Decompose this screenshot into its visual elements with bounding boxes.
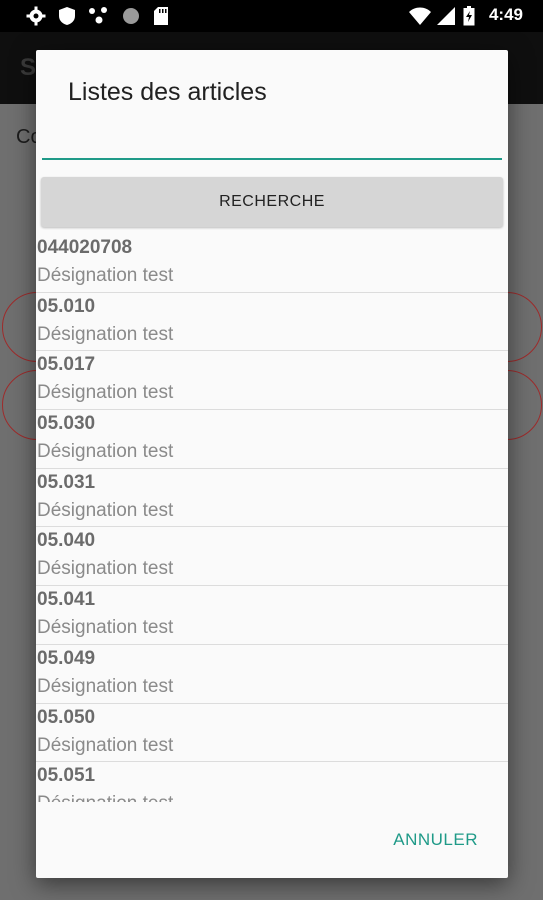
article-code: 05.051	[37, 765, 96, 787]
article-designation: Désignation test	[37, 265, 174, 286]
article-code: 05.031	[37, 471, 96, 493]
article-list-item[interactable]: 05.049 Désignation test	[36, 645, 508, 704]
article-list-item[interactable]: 05.010 Désignation test	[36, 293, 508, 352]
search-button[interactable]: RECHERCHE	[41, 177, 503, 227]
wifi-icon	[409, 7, 431, 25]
signal-icon	[437, 7, 455, 25]
article-designation: Désignation test	[37, 675, 174, 697]
article-code: 05.010	[37, 295, 96, 317]
article-code: 05.041	[37, 589, 96, 611]
gear-icon	[26, 6, 46, 26]
article-designation: Désignation test	[37, 793, 173, 802]
article-code: 05.017	[37, 354, 96, 376]
article-designation: Désignation test	[37, 734, 174, 756]
battery-icon	[463, 6, 475, 26]
article-code: 044020708	[37, 237, 133, 258]
article-list-item[interactable]: 05.050 Désignation test	[36, 704, 508, 763]
status-bar: 4:49	[0, 0, 543, 32]
article-list-item[interactable]: 05.041 Désignation test	[36, 586, 508, 645]
article-list-item[interactable]: 05.030 Désignation test	[36, 410, 508, 469]
article-code: 05.030	[37, 413, 96, 435]
article-list-item[interactable]: 05.051 Désignation test	[36, 762, 508, 802]
cancel-button[interactable]: ANNULER	[393, 830, 478, 850]
article-designation: Désignation test	[37, 617, 174, 639]
article-designation: Désignation test	[37, 441, 174, 463]
search-input[interactable]	[42, 128, 502, 160]
sd-card-icon	[154, 7, 168, 25]
dialog-title: Listes des articles	[68, 78, 267, 106]
article-list-item[interactable]: 05.031 Désignation test	[36, 469, 508, 528]
app-title: S	[20, 54, 37, 81]
articles-dialog: Listes des articles RECHERCHE 044020708 D…	[36, 50, 508, 878]
article-designation: Désignation test	[37, 499, 174, 521]
article-list[interactable]: 044020708 Désignation test 05.010 Désignati…	[36, 234, 508, 802]
article-list-item[interactable]: 05.040 Désignation test	[36, 527, 508, 587]
circle-icon	[123, 8, 139, 24]
network-dots-icon	[89, 7, 107, 24]
clock: 4:49	[488, 5, 523, 24]
shield-icon	[59, 7, 75, 25]
article-code: 05.049	[37, 647, 96, 669]
article-designation: Désignation test	[37, 558, 174, 580]
article-code: 05.040	[37, 530, 96, 552]
article-designation: Désignation test	[37, 323, 174, 345]
article-list-item[interactable]: 05.017 Désignation test	[36, 351, 508, 411]
article-code: 05.050	[37, 706, 96, 728]
article-list-item[interactable]: 044020708 Désignation test	[36, 234, 508, 293]
article-designation: Désignation test	[37, 382, 174, 404]
